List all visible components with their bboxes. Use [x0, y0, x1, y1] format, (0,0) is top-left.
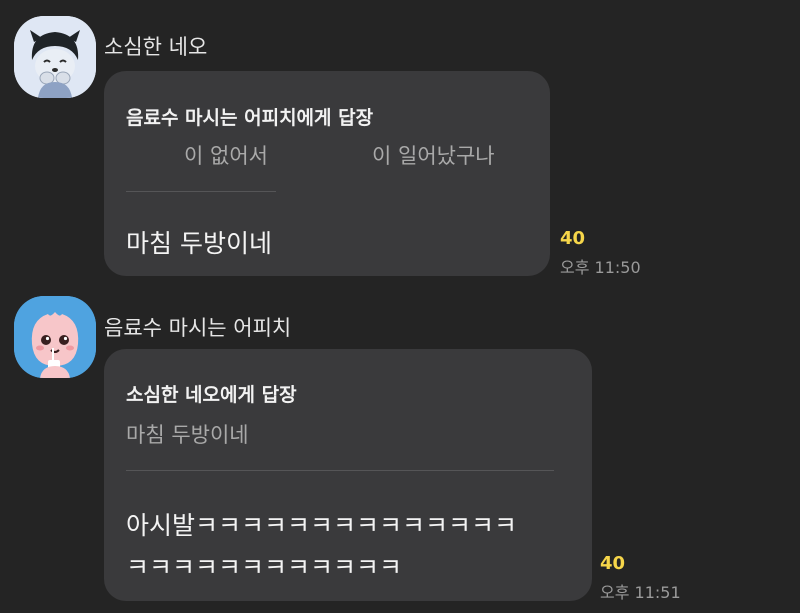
- unread-count: 40: [600, 553, 626, 574]
- message-text: 아시발ㅋㅋㅋㅋㅋㅋㅋㅋㅋㅋㅋㅋㅋㅋ: [126, 511, 518, 540]
- avatar-neo[interactable]: [14, 16, 96, 98]
- reply-header: 음료수 마시는 어피치에게 답장: [126, 107, 374, 129]
- message-text: 마침 두방이네: [126, 229, 272, 258]
- quoted-text: 이 일어났구나: [372, 144, 495, 168]
- message-time: 오후 11:50: [560, 258, 641, 277]
- sender-name: 음료수 마시는 어피치: [104, 316, 292, 340]
- quoted-text: 이 없어서: [184, 144, 268, 168]
- avatar-apeach[interactable]: [14, 296, 96, 378]
- unread-count: 40: [560, 228, 586, 249]
- quoted-text: 마침 두방이네: [126, 423, 249, 447]
- reply-header: 소심한 네오에게 답장: [126, 384, 297, 406]
- message-time: 오후 11:51: [600, 583, 681, 602]
- reply-divider: [126, 191, 276, 192]
- reply-divider: [126, 470, 554, 471]
- message-bubble[interactable]: 음료수 마시는 어피치에게 답장 이 없어서 이 일어났구나 마침 두방이네: [104, 71, 550, 276]
- message-bubble[interactable]: 소심한 네오에게 답장 마침 두방이네 아시발ㅋㅋㅋㅋㅋㅋㅋㅋㅋㅋㅋㅋㅋㅋ ㅋㅋ…: [104, 349, 592, 601]
- apeach-character-icon: [14, 296, 96, 378]
- neo-character-icon: [14, 16, 96, 98]
- sender-name: 소심한 네오: [104, 35, 208, 59]
- message-text: ㅋㅋㅋㅋㅋㅋㅋㅋㅋㅋㅋㅋ: [126, 553, 403, 582]
